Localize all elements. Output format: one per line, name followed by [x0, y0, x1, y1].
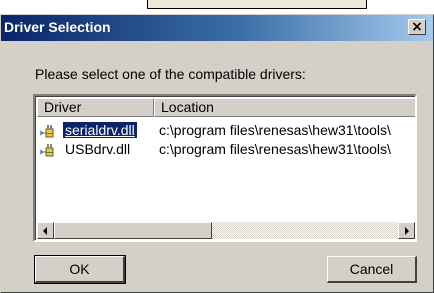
scroll-left-button[interactable] [37, 222, 54, 239]
plug-icon [39, 141, 55, 157]
scroll-thumb[interactable] [54, 222, 212, 239]
driver-list[interactable]: Driver Location serialdrv.dll c:\program… [33, 94, 417, 242]
arrow-left-icon [43, 227, 47, 235]
ok-button[interactable]: OK [34, 255, 126, 284]
scroll-right-button[interactable] [398, 222, 415, 239]
dialog-title: Driver Selection [4, 19, 111, 35]
horizontal-scrollbar[interactable] [37, 222, 415, 239]
instruction-text: Please select one of the compatible driv… [35, 66, 306, 82]
close-button[interactable]: × [408, 19, 426, 35]
plug-icon [39, 122, 55, 138]
background-window-edge [147, 0, 367, 9]
driver-selection-dialog: Driver Selection × Please select one of … [0, 14, 434, 293]
driver-name-usbdrv[interactable]: USBdrv.dll [63, 141, 132, 157]
title-bar[interactable]: Driver Selection × [1, 15, 433, 41]
driver-name-serialdrv[interactable]: serialdrv.dll [62, 121, 138, 139]
column-header-driver[interactable]: Driver [37, 98, 154, 117]
column-header-location[interactable]: Location [154, 98, 415, 117]
driver-location: c:\program files\renesas\hew31\tools\ [159, 122, 391, 138]
arrow-right-icon [405, 227, 409, 235]
cancel-button[interactable]: Cancel [327, 256, 417, 283]
driver-location: c:\program files\renesas\hew31\tools\ [159, 141, 391, 157]
close-icon: × [411, 19, 423, 35]
